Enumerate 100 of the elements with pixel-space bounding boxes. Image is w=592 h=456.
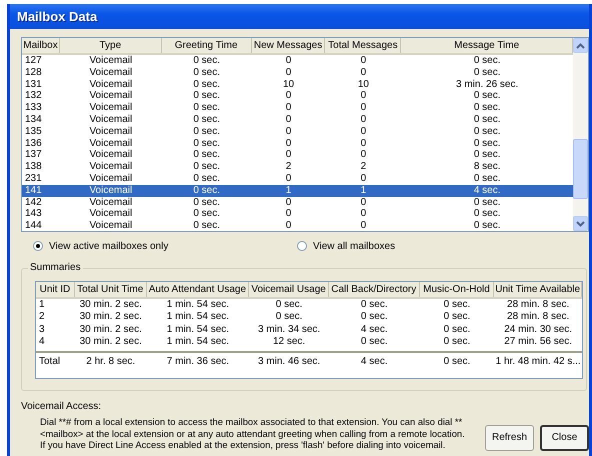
- radio-button[interactable]: [33, 241, 43, 251]
- table-cell-text: 0: [284, 196, 292, 208]
- scroll-up-button[interactable]: [573, 38, 588, 53]
- column-header[interactable]: Music-On-Hold: [420, 282, 494, 297]
- table-cell-text: 0: [284, 66, 292, 79]
- table-row[interactable]: 231 Voicemail 0 sec. 0 0 0 sec.: [22, 172, 573, 185]
- radio-label[interactable]: View active mailboxes only: [49, 240, 168, 252]
- column-header[interactable]: Voicemail Usage: [249, 282, 329, 297]
- table-cell-text: 2 hr. 8 sec.: [85, 356, 136, 368]
- scroll-thumb[interactable]: [573, 139, 588, 199]
- table-row[interactable]: 131 Voicemail 0 sec. 10 10 3 min. 26 sec.: [22, 78, 573, 90]
- table-cell-text: 133: [24, 102, 43, 114]
- table-cell-text: 0 sec.: [472, 66, 502, 79]
- column-header[interactable]: Type: [60, 38, 162, 53]
- table-cell-text: 0: [284, 172, 292, 185]
- table-cell-text: 0 sec.: [360, 311, 389, 324]
- table-cell-text: Voicemail: [88, 196, 134, 208]
- table-cell-text: 0 sec.: [192, 184, 222, 197]
- help-text: If you have Direct Line Access enabled at the extension, press 'flash' before dialing into voicemail.: [40, 439, 446, 450]
- table-cell-text: 0: [284, 126, 292, 138]
- table-cell-text: 30 min. 2 sec.: [78, 299, 143, 312]
- column-header[interactable]: Auto Attendant Usage: [146, 282, 250, 297]
- table-cell-text: 0 sec.: [192, 138, 222, 150]
- table-cell-text: Voicemail: [88, 66, 134, 79]
- table-row[interactable]: 141 Voicemail 0 sec. 1 1 4 sec.: [22, 184, 573, 197]
- table-cell-text: 0 sec.: [192, 161, 222, 173]
- table-cell-text: 0 sec.: [192, 102, 222, 114]
- table-row[interactable]: 132 Voicemail 0 sec. 0 0 0 sec.: [22, 90, 573, 102]
- help-text: <mailbox> at the local extension or at any auto attendant greeting when calling from a remote location.: [40, 428, 466, 439]
- table-row[interactable]: 128 Voicemail 0 sec. 0 0 0 sec.: [22, 66, 573, 79]
- column-header[interactable]: Unit ID: [36, 282, 75, 297]
- table-cell-text: Voicemail: [88, 138, 134, 150]
- table-cell-text: 0: [360, 90, 368, 102]
- table-cell-text: 3 min. 34 sec.: [256, 324, 322, 336]
- table-cell-text: 10: [282, 78, 296, 90]
- radio-label[interactable]: View all mailboxes: [313, 240, 396, 252]
- column-header[interactable]: Greeting Time: [162, 38, 252, 53]
- table-cell-text: 142: [24, 196, 43, 208]
- table-cell-text: 28 min. 8 sec.: [506, 299, 570, 312]
- table-cell-text: 0: [360, 114, 368, 126]
- radio-button[interactable]: [297, 241, 307, 251]
- table-cell-text: 136: [24, 138, 43, 150]
- table-cell-text: 2: [284, 161, 292, 173]
- table-cell-text: 1 min. 54 sec.: [166, 299, 230, 312]
- table-cell-text: 0: [360, 66, 368, 79]
- table-cell-text: 0: [360, 55, 368, 67]
- table-cell-text: 4: [38, 336, 46, 348]
- table-cell-text: 0: [360, 102, 368, 114]
- table-row[interactable]: 133 Voicemail 0 sec. 0 0 0 sec.: [22, 102, 573, 114]
- table-cell-text: 1 hr. 48 min. 42 s...: [494, 356, 582, 368]
- table-cell-text: 0 sec.: [274, 311, 304, 324]
- table-cell-text: 30 min. 2 sec.: [78, 336, 143, 348]
- table-cell-text: 0 sec.: [472, 149, 502, 162]
- table-cell-text: 0: [360, 220, 368, 231]
- table-cell-text: Voicemail: [88, 55, 134, 67]
- table-row[interactable]: 144 Voicemail 0 sec. 0 0 0 sec.: [22, 220, 573, 231]
- table-row[interactable]: 142 Voicemail 0 sec. 0 0 0 sec.: [22, 196, 573, 208]
- table-cell-text: 0 sec.: [472, 90, 502, 102]
- table-cell-text: 1 min. 54 sec.: [166, 336, 230, 348]
- scroll-down-button[interactable]: [573, 216, 588, 231]
- column-header[interactable]: Mailbox: [22, 38, 60, 53]
- table-cell-text: 0: [284, 90, 292, 102]
- table-cell-text: 0 sec.: [192, 149, 222, 162]
- table-cell-text: 3: [38, 324, 46, 336]
- table-cell-text: 0: [284, 149, 292, 162]
- table-cell-text: Voicemail: [88, 102, 134, 114]
- table-row[interactable]: 135 Voicemail 0 sec. 0 0 0 sec.: [22, 126, 573, 138]
- table-row[interactable]: 127 Voicemail 0 sec. 0 0 0 sec.: [22, 55, 573, 67]
- table-cell-text: 0 sec.: [472, 208, 502, 220]
- column-header[interactable]: Total Messages: [325, 38, 402, 53]
- table-row[interactable]: 138 Voicemail 0 sec. 2 2 8 sec.: [22, 161, 573, 173]
- table-row[interactable]: 137 Voicemail 0 sec. 0 0 0 sec.: [22, 149, 573, 162]
- table-cell-text: Voicemail: [88, 78, 134, 90]
- table-cell-text: 0 sec.: [360, 299, 389, 312]
- table-cell-text: 127: [24, 55, 43, 67]
- table-cell-text: 0 sec.: [192, 114, 222, 126]
- column-header[interactable]: Total Unit Time: [74, 282, 147, 297]
- table-cell-text: Voicemail: [88, 90, 134, 102]
- table-cell-text: 0 sec.: [442, 324, 472, 336]
- column-header[interactable]: Unit Time Available: [494, 282, 582, 297]
- table-row[interactable]: 134 Voicemail 0 sec. 0 0 0 sec.: [22, 114, 573, 126]
- table-cell-text: 1 min. 54 sec.: [166, 311, 230, 324]
- dialog-button[interactable]: Close: [540, 424, 589, 450]
- table-cell-text: 0: [360, 126, 368, 138]
- table-cell-text: 30 min. 2 sec.: [78, 324, 143, 336]
- table-cell-text: 0 sec.: [472, 126, 502, 138]
- table-cell-text: 27 min. 56 sec.: [503, 336, 574, 348]
- table-cell-text: 131: [24, 78, 43, 90]
- table-row[interactable]: 136 Voicemail 0 sec. 0 0 0 sec.: [22, 138, 573, 150]
- column-header[interactable]: Call Back/Directory: [328, 282, 420, 297]
- table-cell-text: 0: [284, 220, 292, 231]
- table-cell-text: 28 min. 8 sec.: [506, 311, 570, 324]
- table-cell-text: 0 sec.: [360, 336, 389, 348]
- dialog-button[interactable]: Refresh: [485, 424, 534, 450]
- table-cell-text: Voicemail: [88, 161, 134, 173]
- table-cell-text: 0: [284, 208, 292, 220]
- table-row[interactable]: 143 Voicemail 0 sec. 0 0 0 sec.: [22, 208, 573, 220]
- column-header[interactable]: New Messages: [252, 38, 326, 53]
- table-cell-text: 3 min. 46 sec.: [256, 356, 322, 368]
- scrollbar[interactable]: [573, 38, 588, 231]
